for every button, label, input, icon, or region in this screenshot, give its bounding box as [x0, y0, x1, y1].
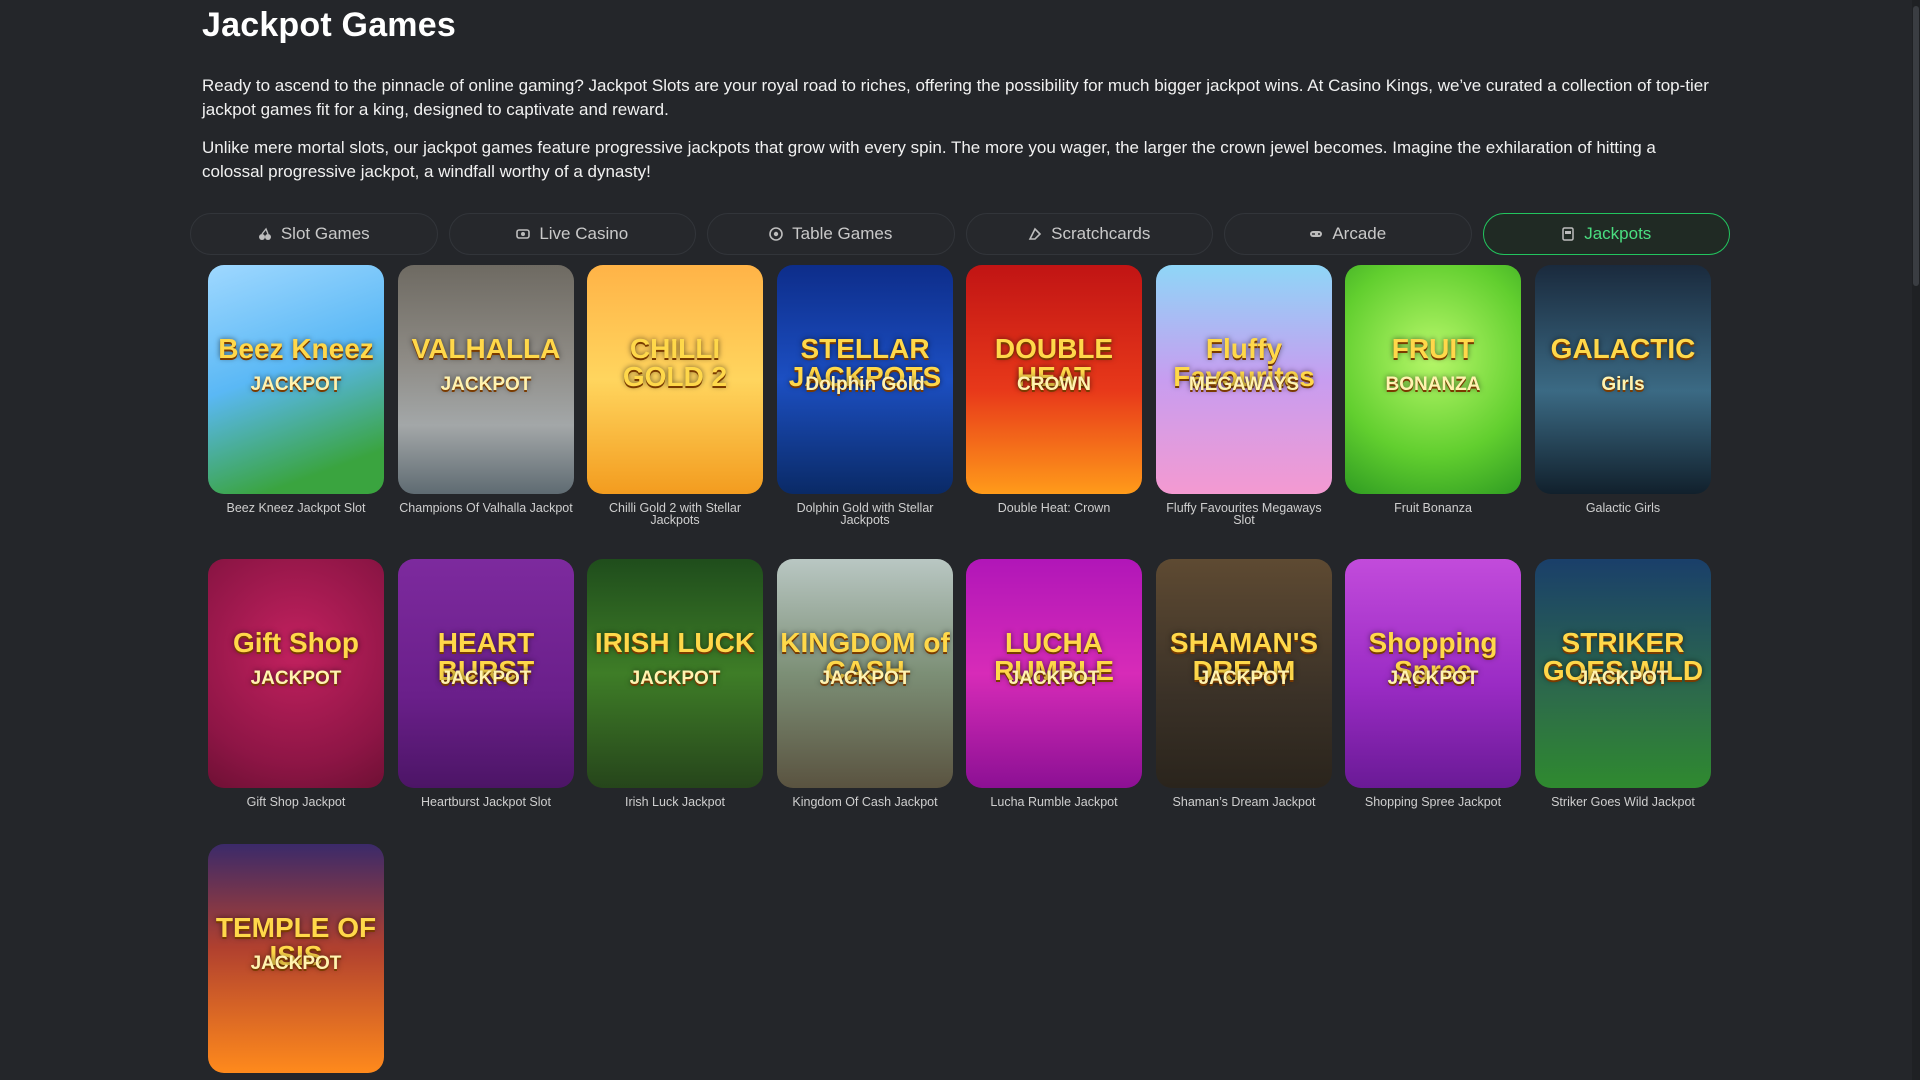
game-thumbnail[interactable]: Fluffy Favourites MEGAWAYS [1156, 265, 1332, 494]
game-thumbnail[interactable]: FRUIT BONANZA [1345, 265, 1521, 494]
tab-live-casino[interactable]: Live Casino [448, 213, 696, 255]
game-logo-subtitle: JACKPOT [250, 668, 342, 689]
game-logo-subtitle: MEGAWAYS [1188, 374, 1300, 395]
chip-icon [516, 227, 531, 241]
game-logo-subtitle: JACKPOT [1198, 668, 1290, 689]
game-thumbnail[interactable]: KINGDOM of CASH JACKPOT [777, 559, 953, 788]
game-logo-subtitle: JACKPOT [1387, 668, 1479, 689]
game-caption[interactable]: Double Heat: Crown [966, 502, 1142, 515]
game-card[interactable]: TEMPLE OF ISIS JACKPOT [208, 844, 384, 1073]
tab-arcade[interactable]: Arcade [1224, 213, 1472, 255]
game-logo-title: VALHALLA [411, 333, 561, 364]
game-thumbnail[interactable]: GALACTIC Girls [1535, 265, 1711, 494]
game-logo-title: FRUIT [1391, 333, 1475, 364]
game-caption[interactable]: Heartburst Jackpot Slot [398, 796, 574, 809]
game-card[interactable]: HEART BURST JACKPOT Heartburst Jackpot S… [398, 559, 574, 808]
game-caption[interactable]: Lucha Rumble Jackpot [966, 796, 1142, 809]
game-caption[interactable]: Shaman’s Dream Jackpot [1156, 796, 1332, 809]
game-card[interactable]: KINGDOM of CASH JACKPOT Kingdom Of Cash … [777, 559, 953, 808]
category-tabs: Slot Games Live Casino Table Games Scrat… [190, 213, 1730, 255]
tab-label: Slot Games [280, 224, 370, 243]
game-card[interactable]: Fluffy Favourites MEGAWAYS Fluffy Favour… [1156, 265, 1332, 526]
tab-label: Table Games [792, 224, 893, 243]
game-card[interactable]: GALACTIC Girls Galactic Girls [1535, 265, 1711, 514]
game-logo-subtitle: JACKPOT [250, 374, 342, 395]
game-logo-subtitle: BONANZA [1385, 374, 1481, 395]
game-caption[interactable]: Champions Of Valhalla Jackpot [398, 502, 574, 515]
game-card[interactable]: LUCHA RUMBLE JACKPOT Lucha Rumble Jackpo… [966, 559, 1142, 808]
game-caption[interactable]: Irish Luck Jackpot [587, 796, 763, 809]
game-thumbnail[interactable]: STELLAR JACKPOTS Dolphin Gold [777, 265, 953, 494]
game-card[interactable]: Gift Shop JACKPOT Gift Shop Jackpot [208, 559, 384, 808]
game-logo-subtitle: Dolphin Gold [805, 374, 925, 395]
game-caption[interactable]: Gift Shop Jackpot [208, 796, 384, 809]
game-logo-title: Beez Kneez [218, 333, 374, 364]
game-thumbnail[interactable]: IRISH LUCK JACKPOT [587, 559, 763, 788]
cherries-icon [258, 227, 272, 241]
game-logo-title: GALACTIC [1550, 333, 1696, 364]
game-caption[interactable]: Fruit Bonanza [1345, 502, 1521, 515]
game-thumbnail[interactable]: LUCHA RUMBLE JACKPOT [966, 559, 1142, 788]
game-logo-subtitle: JACKPOT [250, 953, 342, 974]
game-card[interactable]: STELLAR JACKPOTS Dolphin Gold Dolphin Go… [777, 265, 953, 526]
game-logo-title: IRISH LUCK [594, 627, 756, 658]
game-caption[interactable]: Beez Kneez Jackpot Slot [208, 502, 384, 515]
tab-label: Jackpots [1584, 224, 1652, 243]
page-title: Jackpot Games [202, 6, 456, 44]
game-logo-subtitle: JACKPOT [819, 668, 911, 689]
game-caption[interactable]: Fluffy Favourites Megaways Slot [1156, 502, 1332, 527]
game-thumbnail[interactable]: VALHALLA JACKPOT [398, 265, 574, 494]
game-thumbnail[interactable]: DOUBLE HEAT CROWN [966, 265, 1142, 494]
game-thumbnail[interactable]: CHILLI GOLD 2 [587, 265, 763, 494]
game-logo-subtitle: JACKPOT [440, 374, 532, 395]
game-thumbnail[interactable]: Shopping Spree JACKPOT [1345, 559, 1521, 788]
game-card[interactable]: IRISH LUCK JACKPOT Irish Luck Jackpot [587, 559, 763, 808]
game-logo-subtitle: CROWN [1017, 374, 1091, 395]
game-card[interactable]: CHILLI GOLD 2 Chilli Gold 2 with Stellar… [587, 265, 763, 526]
game-logo-subtitle: JACKPOT [1008, 668, 1100, 689]
intro-paragraph-2: Unlike mere mortal slots, our jackpot ga… [202, 138, 1656, 181]
game-caption[interactable]: Striker Goes Wild Jackpot [1535, 796, 1711, 809]
game-thumbnail[interactable]: Beez Kneez JACKPOT [208, 265, 384, 494]
gamepad-icon [1309, 227, 1323, 241]
roulette-icon [769, 227, 783, 241]
game-thumbnail[interactable]: Gift Shop JACKPOT [208, 559, 384, 788]
game-thumbnail[interactable]: STRIKER GOES WILD JACKPOT [1535, 559, 1711, 788]
game-caption[interactable]: Shopping Spree Jackpot [1345, 796, 1521, 809]
game-thumbnail[interactable]: SHAMAN'S DREAM JACKPOT [1156, 559, 1332, 788]
tab-label: Arcade [1332, 224, 1387, 243]
tab-slot-games[interactable]: Slot Games [190, 213, 438, 255]
game-card[interactable]: Beez Kneez JACKPOT Beez Kneez Jackpot Sl… [208, 265, 384, 514]
game-caption[interactable]: Dolphin Gold with Stellar Jackpots [777, 502, 953, 527]
scratch-icon [1028, 227, 1042, 241]
tab-label: Live Casino [539, 224, 629, 243]
game-caption[interactable]: Chilli Gold 2 with Stellar Jackpots [587, 502, 763, 527]
tab-jackpots[interactable]: Jackpots [1482, 213, 1730, 255]
slot-machine-icon [1561, 227, 1575, 241]
game-thumbnail[interactable]: TEMPLE OF ISIS JACKPOT [208, 844, 384, 1073]
tab-scratchcards[interactable]: Scratchcards [965, 213, 1213, 255]
tab-label: Scratchcards [1051, 224, 1151, 243]
scrollbar[interactable] [1912, 0, 1920, 1080]
game-thumbnail[interactable]: HEART BURST JACKPOT [398, 559, 574, 788]
game-card[interactable]: FRUIT BONANZA Fruit Bonanza [1345, 265, 1521, 514]
game-card[interactable]: DOUBLE HEAT CROWN Double Heat: Crown [966, 265, 1142, 514]
game-logo-subtitle: JACKPOT [440, 668, 532, 689]
game-caption[interactable]: Galactic Girls [1535, 502, 1711, 515]
game-card[interactable]: Shopping Spree JACKPOT Shopping Spree Ja… [1345, 559, 1521, 808]
game-card[interactable]: VALHALLA JACKPOT Champions Of Valhalla J… [398, 265, 574, 514]
intro-text: Ready to ascend to the pinnacle of onlin… [202, 74, 1722, 198]
game-card[interactable]: SHAMAN'S DREAM JACKPOT Shaman’s Dream Ja… [1156, 559, 1332, 808]
game-card[interactable]: STRIKER GOES WILD JACKPOT Striker Goes W… [1535, 559, 1711, 808]
intro-paragraph-1: Ready to ascend to the pinnacle of onlin… [202, 76, 1709, 119]
tab-table-games[interactable]: Table Games [707, 213, 955, 255]
game-caption[interactable]: Kingdom Of Cash Jackpot [777, 796, 953, 809]
game-logo-subtitle: Girls [1601, 374, 1645, 395]
game-logo-title: CHILLI GOLD 2 [622, 333, 728, 392]
scrollbar-thumb[interactable] [1913, 6, 1919, 286]
game-logo-subtitle: JACKPOT [629, 668, 721, 689]
game-logo-title: Gift Shop [233, 627, 359, 658]
game-logo-subtitle: JACKPOT [1577, 668, 1669, 689]
